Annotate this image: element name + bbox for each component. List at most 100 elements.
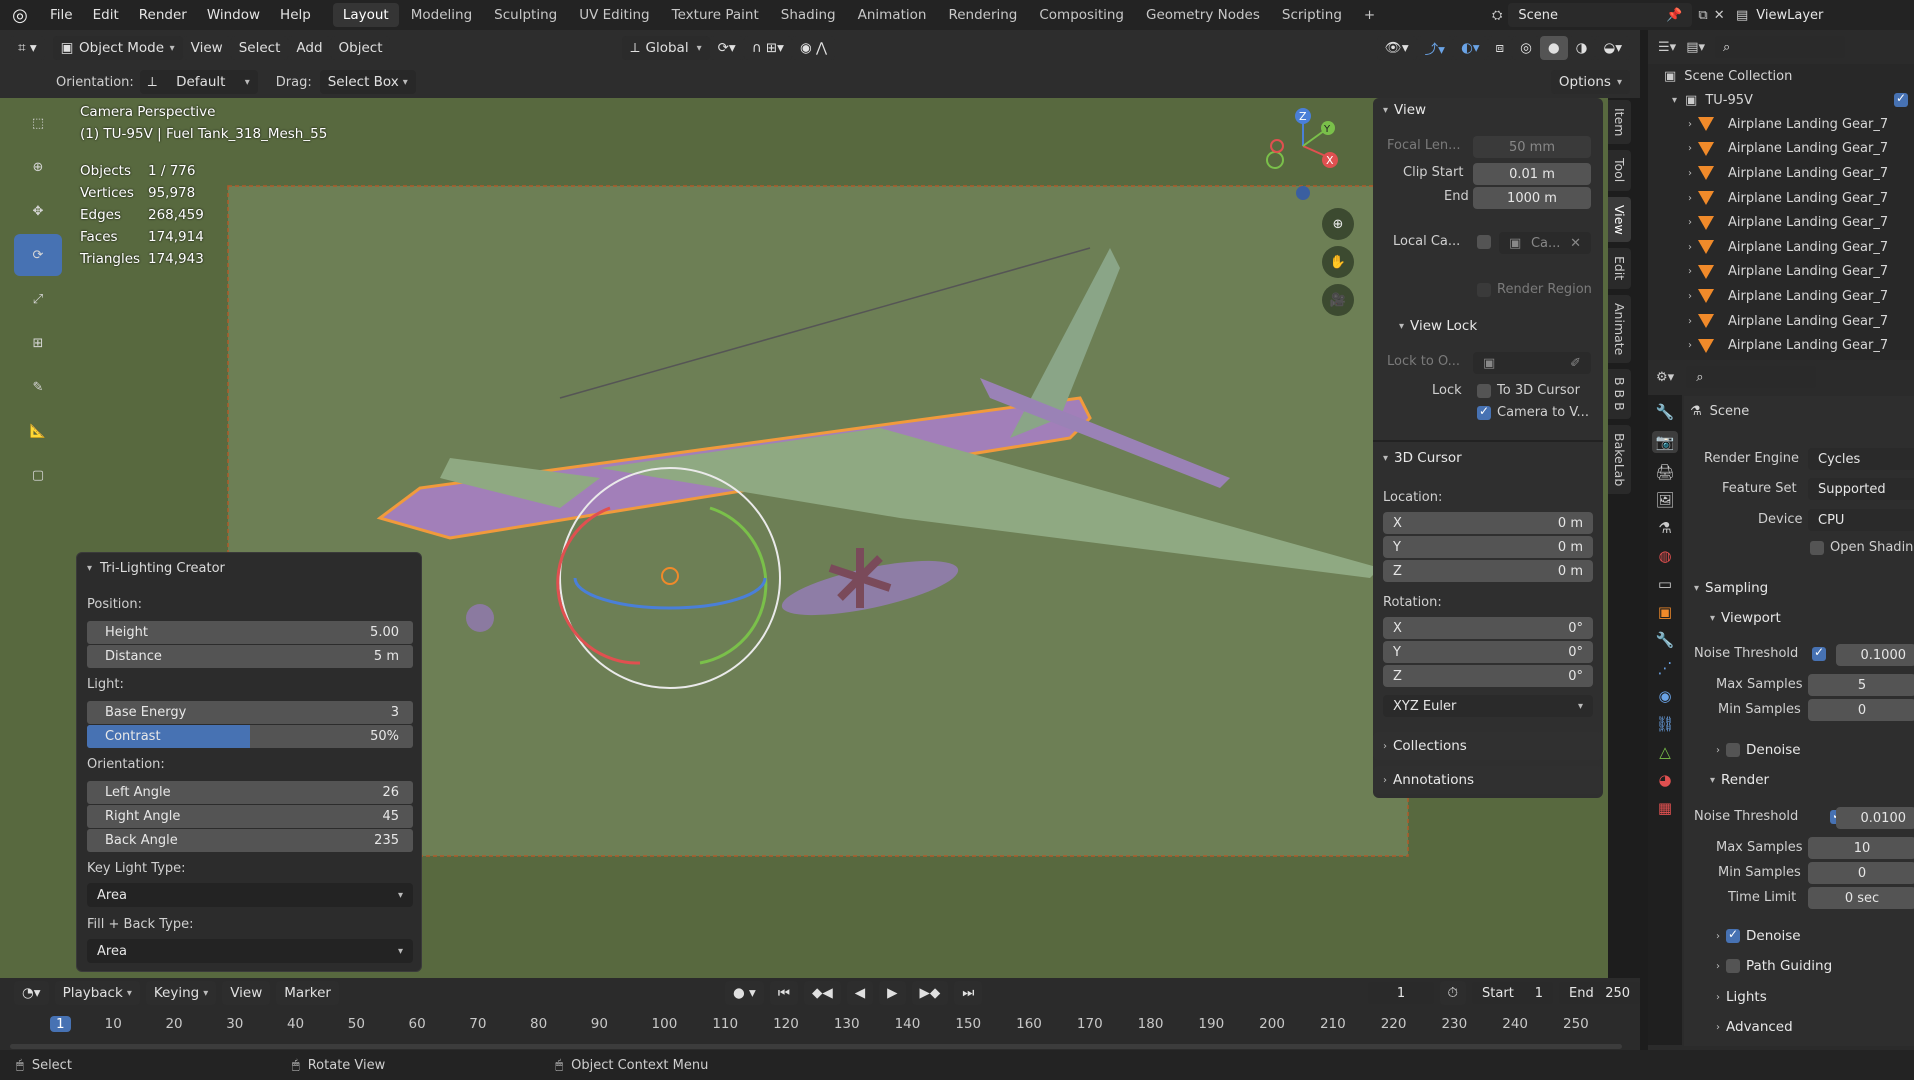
modifier-tab-icon[interactable]: 🔧 (1656, 631, 1675, 649)
output-tab-icon[interactable]: 🖨 (1655, 463, 1674, 481)
tri-lighting-header[interactable]: ▾ Tri-Lighting Creator (87, 561, 225, 576)
chevron-right-icon[interactable]: › (1688, 193, 1692, 204)
base-energy-field[interactable]: Base Energy 3 (87, 701, 413, 724)
constraints-tab-icon[interactable]: ⛓ (1655, 715, 1674, 733)
prev-keyframe-icon[interactable]: ◆◀ (803, 981, 841, 1005)
fill-back-type-dropdown[interactable]: Area ▾ (87, 939, 413, 963)
chevron-right-icon[interactable]: › (1688, 340, 1692, 351)
clear-icon[interactable]: ✕ (1570, 236, 1581, 251)
tool-tab-icon[interactable]: 🔧 (1656, 403, 1675, 421)
outliner-type-icon[interactable]: ☰▾ (1658, 40, 1676, 55)
path-guiding-checkbox[interactable] (1726, 959, 1740, 973)
rendered-shading-icon[interactable]: ◒▾ (1595, 36, 1630, 60)
mode-dropdown[interactable]: ▣ Object Mode ▾ (52, 36, 183, 60)
gizmo-icon[interactable]: ⤴▾ (1416, 36, 1453, 60)
annotate-icon[interactable]: ✎ (14, 366, 62, 408)
viewport-header-sub[interactable]: ▾ Viewport (1710, 610, 1781, 626)
tab-sculpting[interactable]: Sculpting (484, 3, 567, 27)
rotation-mode-dropdown[interactable]: XYZ Euler ▾ (1383, 695, 1593, 717)
chevron-right-icon[interactable]: › (1688, 242, 1692, 253)
r-denoise-checkbox[interactable] (1726, 927, 1740, 943)
orientation-dropdown[interactable]: ⟂ Default ▾ (139, 70, 258, 94)
outliner-item[interactable]: › Airplane Landing Gear_7 (1648, 112, 1914, 137)
pin-icon[interactable]: 📌 (1666, 8, 1682, 23)
visibility-icon[interactable]: 👁▾ (1376, 36, 1417, 60)
editor-type-button[interactable]: ⌗ ▾ (10, 36, 45, 60)
properties-search[interactable]: ⌕ (1686, 366, 1817, 388)
keying-menu[interactable]: Keying ▾ (145, 981, 217, 1005)
contrast-slider[interactable]: Contrast 50% (87, 725, 413, 748)
xray-icon[interactable]: ⧈ (1487, 36, 1513, 60)
render-sub-header[interactable]: ▾ Render (1710, 772, 1769, 788)
measure-icon[interactable]: 📐 (14, 410, 62, 452)
left-angle-field[interactable]: Left Angle 26 (87, 781, 413, 804)
object-tab-icon[interactable]: ▣ (1658, 603, 1672, 621)
outliner-item[interactable]: › Airplane Landing Gear_7 (1648, 210, 1914, 235)
material-shading-icon[interactable]: ◑ (1567, 36, 1596, 60)
physics-tab-icon[interactable]: ◉ (1658, 687, 1671, 705)
scene-tab-icon[interactable]: ⚗ (1658, 519, 1671, 537)
frame-ruler[interactable]: 1 10 20 30 40 50 60 70 80 90 100 110 120 130 140 150 160… (0, 1016, 1640, 1038)
lights-row[interactable]: › Lights (1716, 989, 1767, 1005)
record-icon[interactable]: ● ▾ (724, 981, 764, 1005)
sampling-header[interactable]: ▾ Sampling (1694, 580, 1768, 596)
vp-min-field[interactable]: 0 (1808, 699, 1914, 721)
menu-add[interactable]: Add (288, 36, 331, 60)
r-max-field[interactable]: 10 (1808, 837, 1914, 859)
tab-compositing[interactable]: Compositing (1029, 3, 1134, 27)
timeline-view-menu[interactable]: View (222, 981, 271, 1005)
start-frame-field[interactable]: Start 1 (1472, 982, 1554, 1004)
render-engine-dropdown[interactable]: Cycles (1808, 448, 1914, 470)
collection-tab-icon[interactable]: ▭ (1658, 575, 1672, 593)
r-noise-field[interactable]: 0.0100 (1836, 807, 1914, 829)
view-layer-selector[interactable]: ▤ ViewLayer (1736, 3, 1823, 27)
view-lock-header[interactable]: ▾ View Lock (1399, 318, 1477, 334)
transform-orientation-dropdown[interactable]: ⟂ Global ▾ (622, 36, 710, 60)
tu95v-collection-row[interactable]: ▾ ▣ TU-95V (1648, 88, 1914, 112)
camera-view-icon[interactable]: 🎥 (1322, 284, 1354, 316)
scale-icon[interactable]: ⤢ (14, 278, 62, 320)
tab-animate[interactable]: Animate (1608, 294, 1631, 364)
outliner-item[interactable]: › Airplane Landing Gear_7 (1648, 161, 1914, 186)
render-tab-icon[interactable]: 📷 (1651, 431, 1679, 453)
menu-select[interactable]: Select (230, 36, 289, 60)
material-tab-icon[interactable]: ◕ (1658, 771, 1671, 789)
properties-type-icon[interactable]: ⚙▾ (1656, 370, 1674, 385)
cursor-loc-z[interactable]: Z 0 m (1383, 560, 1593, 582)
cursor-rot-x[interactable]: X 0° (1383, 617, 1593, 639)
menu-render[interactable]: Render (129, 0, 197, 30)
zoom-icon[interactable]: ⊕ (1322, 208, 1354, 240)
overlay-icon[interactable]: ◐▾ (1452, 36, 1488, 60)
tab-layout[interactable]: Layout (332, 3, 399, 27)
feature-set-dropdown[interactable]: Supported (1808, 478, 1914, 500)
pan-hand-icon[interactable]: ✋ (1322, 246, 1354, 278)
to-3d-cursor-checkbox[interactable] (1477, 384, 1491, 398)
stopwatch-icon[interactable]: ⏱ (1439, 981, 1467, 1005)
clip-end-field[interactable]: 1000 m (1473, 187, 1591, 209)
eyedropper-icon[interactable]: ✐ (1570, 356, 1581, 371)
menu-edit[interactable]: Edit (83, 0, 129, 30)
timeline-editor-icon[interactable]: ◔▾ (14, 981, 49, 1005)
texture-tab-icon[interactable]: ▦ (1658, 799, 1672, 817)
data-tab-icon[interactable]: △ (1659, 743, 1671, 761)
play-reverse-icon[interactable]: ◀ (846, 981, 874, 1005)
add-workspace-icon[interactable]: + (1354, 3, 1385, 27)
chevron-right-icon[interactable]: › (1688, 291, 1692, 302)
display-mode-icon[interactable]: ▤▾ (1686, 40, 1705, 55)
chevron-right-icon[interactable]: › (1688, 143, 1692, 154)
r-denoise-row[interactable]: › Denoise (1716, 927, 1801, 944)
chevron-right-icon[interactable]: › (1688, 119, 1692, 130)
vp-denoise-checkbox[interactable] (1726, 743, 1740, 757)
scene-field[interactable]: Scene 📌 (1508, 3, 1693, 27)
marker-menu[interactable]: Marker (276, 981, 339, 1005)
playback-menu[interactable]: Playback ▾ (54, 981, 140, 1005)
focal-length-field[interactable]: 50 mm (1473, 136, 1591, 158)
move-icon[interactable]: ✥ (14, 190, 62, 232)
drag-dropdown[interactable]: Select Box ▾ (319, 70, 416, 94)
key-light-type-dropdown[interactable]: Area ▾ (87, 883, 413, 907)
collections-section[interactable]: › Collections (1373, 732, 1603, 760)
cursor-loc-y[interactable]: Y 0 m (1383, 536, 1593, 558)
camera-to-view-checkbox[interactable] (1477, 404, 1491, 420)
cursor-rot-y[interactable]: Y 0° (1383, 641, 1593, 663)
tab-view[interactable]: View (1608, 196, 1631, 243)
